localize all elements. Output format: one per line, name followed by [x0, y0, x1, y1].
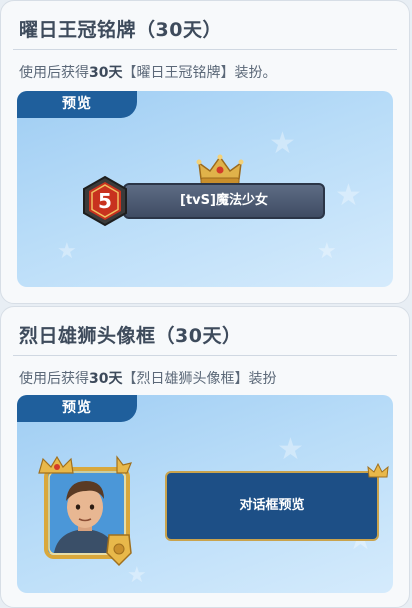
item-title: 烈日雄狮头像框（30天）: [19, 325, 242, 347]
preview-tab: 预览: [17, 91, 137, 118]
dialog-preview: 对话框预览: [165, 471, 379, 541]
level-number: 5: [98, 189, 112, 213]
crown-icon: [196, 154, 244, 185]
item-description: 使用后获得30天【曜日王冠铭牌】装扮。: [19, 62, 276, 82]
item-card-nameplate: 曜日王冠铭牌（30天） 使用后获得30天【曜日王冠铭牌】装扮。 ★ ★ ★ ★ …: [0, 0, 410, 304]
preview-panel: ★ ★ ★ ★ 预览 [tvS]魔法少女 5: [17, 91, 393, 287]
dialog-preview-text: 对话框预览: [239, 498, 305, 513]
star-icon: ★: [277, 432, 304, 467]
item-title: 曜日王冠铭牌（30天）: [19, 19, 222, 41]
preview-panel: ★ ★ ★ 预览: [17, 395, 393, 593]
star-icon: ★: [317, 239, 337, 264]
star-icon: ★: [127, 563, 147, 588]
nameplate: [tvS]魔法少女: [123, 183, 325, 219]
avatar-frame-icon: [38, 455, 132, 567]
divider: [13, 49, 397, 50]
divider: [13, 355, 397, 356]
item-description: 使用后获得30天【烈日雄狮头像框】装扮: [19, 368, 276, 388]
desc-suffix: 【曜日王冠铭牌】装扮。: [122, 65, 277, 81]
desc-suffix: 【烈日雄狮头像框】装扮: [122, 371, 277, 387]
desc-prefix: 使用后获得: [19, 371, 89, 387]
desc-days: 30天: [89, 371, 123, 387]
star-icon: ★: [335, 178, 362, 213]
crown-icon: [367, 463, 389, 478]
desc-days: 30天: [89, 65, 123, 81]
star-icon: ★: [269, 126, 296, 161]
item-card-avatar-frame: 烈日雄狮头像框（30天） 使用后获得30天【烈日雄狮头像框】装扮 ★ ★ ★ 预…: [0, 306, 410, 608]
nameplate-text: [tvS]魔法少女: [180, 193, 268, 208]
desc-prefix: 使用后获得: [19, 65, 89, 81]
star-icon: ★: [57, 239, 77, 264]
item-detail-page: 曜日王冠铭牌（30天） 使用后获得30天【曜日王冠铭牌】装扮。 ★ ★ ★ ★ …: [0, 0, 412, 608]
preview-tab: 预览: [17, 395, 137, 422]
